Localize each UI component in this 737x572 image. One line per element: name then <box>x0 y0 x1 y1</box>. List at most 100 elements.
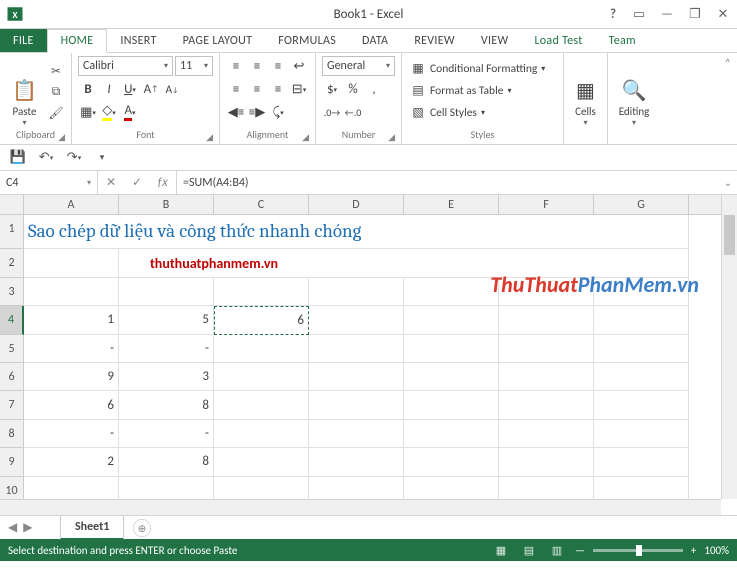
conditional-formatting-button[interactable]: ▦Conditional Formatting ▾ <box>408 58 547 79</box>
align-right-button[interactable]: ≡ <box>268 79 288 99</box>
format-as-table-button[interactable]: ▤Format as Table ▾ <box>408 80 547 101</box>
tab-load-test[interactable]: Load Test <box>521 29 595 52</box>
select-all-button[interactable] <box>0 195 24 215</box>
cell-B2[interactable]: thuthuatphanmem.vn <box>119 249 309 277</box>
number-format-combo[interactable]: General▾ <box>322 56 395 76</box>
zoom-slider[interactable] <box>593 549 683 552</box>
close-button[interactable]: ✕ <box>709 3 737 25</box>
col-G[interactable]: G <box>594 195 689 214</box>
insert-function-button[interactable]: f𝑥 <box>150 176 176 190</box>
tab-file[interactable]: FILE <box>0 29 47 52</box>
row-7[interactable]: 7 <box>0 391 23 419</box>
vertical-scrollbar[interactable] <box>721 195 737 499</box>
save-button[interactable]: 💾 <box>8 148 28 168</box>
minimize-button[interactable]: — <box>653 3 681 25</box>
clipboard-launcher[interactable]: ◢ <box>58 132 65 143</box>
accounting-button[interactable]: $▾ <box>322 79 342 99</box>
row-3[interactable]: 3 <box>0 278 23 306</box>
decrease-indent-button[interactable]: ◀≡ <box>226 102 246 122</box>
orientation-button[interactable]: ⤹▾ <box>268 102 288 122</box>
cell-C4[interactable]: 6 <box>214 306 309 334</box>
formula-input[interactable]: =SUM(A4:B4) <box>177 171 719 194</box>
cell-A5[interactable]: - <box>24 335 119 363</box>
zoom-in-button[interactable]: + <box>691 544 696 557</box>
align-left-button[interactable]: ≡ <box>226 79 246 99</box>
cell-B6[interactable]: 3 <box>119 363 214 391</box>
comma-button[interactable]: , <box>364 79 384 99</box>
cell-A7[interactable]: 6 <box>24 391 119 419</box>
paste-button[interactable]: 📋 Paste ▾ <box>6 56 43 128</box>
align-middle-button[interactable]: ≡ <box>247 56 267 76</box>
row-4[interactable]: 4 <box>0 306 24 334</box>
tab-insert[interactable]: INSERT <box>107 29 169 52</box>
zoom-level[interactable]: 100% <box>704 544 729 557</box>
row-1[interactable]: 1 <box>0 215 23 249</box>
tab-page-layout[interactable]: PAGE LAYOUT <box>170 29 266 52</box>
col-E[interactable]: E <box>404 195 499 214</box>
page-break-view-button[interactable]: ▥ <box>547 542 567 558</box>
merge-button[interactable]: ⊟▾ <box>289 79 309 99</box>
col-B[interactable]: B <box>119 195 214 214</box>
grow-font-button[interactable]: A↑ <box>141 79 161 99</box>
qat-customize-button[interactable]: ▾ <box>92 148 112 168</box>
sheet-tab-sheet1[interactable]: Sheet1 <box>60 516 124 540</box>
cell-B7[interactable]: 8 <box>119 391 214 419</box>
increase-decimal-button[interactable]: .0→ <box>322 102 342 122</box>
tab-team[interactable]: Team <box>596 29 649 52</box>
col-D[interactable]: D <box>309 195 404 214</box>
row-5[interactable]: 5 <box>0 335 23 363</box>
align-bottom-button[interactable]: ≡ <box>268 56 288 76</box>
alignment-launcher[interactable]: ◢ <box>302 132 309 143</box>
align-top-button[interactable]: ≡ <box>226 56 246 76</box>
wrap-text-button[interactable]: ↩ <box>289 56 309 76</box>
zoom-out-button[interactable]: — <box>575 544 585 557</box>
font-color-button[interactable]: A▾ <box>120 102 140 122</box>
cell-A8[interactable]: - <box>24 420 119 448</box>
cell-B5[interactable]: - <box>119 335 214 363</box>
italic-button[interactable]: I <box>99 79 119 99</box>
ribbon-display-options-button[interactable]: ▭ <box>625 3 653 25</box>
new-sheet-button[interactable]: ⊕ <box>133 519 151 537</box>
cell-styles-button[interactable]: ▧Cell Styles ▾ <box>408 102 547 123</box>
cells-area[interactable]: Sao chép dữ liệu và công thức nhanh chón… <box>24 215 721 499</box>
percent-button[interactable]: % <box>343 79 363 99</box>
tab-formulas[interactable]: FORMULAS <box>265 29 349 52</box>
cut-button[interactable]: ✂ <box>47 62 65 80</box>
cell-B9[interactable]: 8 <box>119 448 214 476</box>
number-launcher[interactable]: ◢ <box>388 132 395 143</box>
bold-button[interactable]: B <box>78 79 98 99</box>
undo-button[interactable]: ↶▾ <box>36 148 56 168</box>
cells-button[interactable]: ▦Cells▾ <box>570 56 601 128</box>
copy-button[interactable]: ⧉ <box>47 83 65 101</box>
normal-view-button[interactable]: ▦ <box>491 542 511 558</box>
cell-A6[interactable]: 9 <box>24 363 119 391</box>
name-box[interactable]: C4▾ <box>0 171 98 194</box>
page-layout-view-button[interactable]: ▤ <box>519 542 539 558</box>
col-C[interactable]: C <box>214 195 309 214</box>
sheet-nav-buttons[interactable]: ◀▶ <box>0 520 60 535</box>
underline-button[interactable]: U▾ <box>120 79 140 99</box>
col-A[interactable]: A <box>24 195 119 214</box>
fill-color-button[interactable]: ◇▾ <box>99 102 119 122</box>
redo-button[interactable]: ↷▾ <box>64 148 84 168</box>
font-size-combo[interactable]: 11▾ <box>175 56 213 76</box>
decrease-decimal-button[interactable]: ←.0 <box>343 102 363 122</box>
tab-review[interactable]: REVIEW <box>401 29 468 52</box>
help-button[interactable]: ? <box>601 3 625 25</box>
cancel-formula-button[interactable]: ✕ <box>98 175 124 190</box>
collapse-ribbon-button[interactable]: ˄ <box>719 53 737 144</box>
font-launcher[interactable]: ◢ <box>206 132 213 143</box>
tab-view[interactable]: VIEW <box>468 29 522 52</box>
cell-B8[interactable]: - <box>119 420 214 448</box>
row-6[interactable]: 6 <box>0 363 23 391</box>
expand-formula-bar-button[interactable]: ⌄ <box>719 171 737 194</box>
cell-A4[interactable]: 1 <box>24 306 119 334</box>
format-painter-button[interactable]: 🖌 <box>47 104 65 122</box>
increase-indent-button[interactable]: ≡▶ <box>247 102 267 122</box>
cell-B4[interactable]: 5 <box>119 306 214 334</box>
editing-button[interactable]: 🔍Editing▾ <box>614 56 654 128</box>
row-9[interactable]: 9 <box>0 448 23 476</box>
tab-home[interactable]: HOME <box>47 29 108 53</box>
row-8[interactable]: 8 <box>0 420 23 448</box>
row-2[interactable]: 2 <box>0 249 23 277</box>
